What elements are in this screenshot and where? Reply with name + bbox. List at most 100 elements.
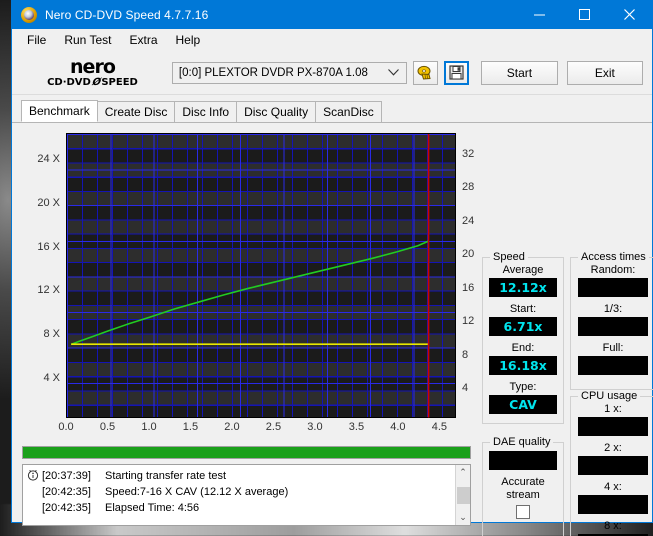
speed-panel-title: Speed: [490, 251, 528, 263]
y-tick-left: 16 X: [22, 241, 66, 253]
log-lines: [20:37:39]Starting transfer rate test[20…: [23, 465, 455, 525]
speed-panel: Speed Average 12.12x Start: 6.71x End: 1…: [482, 257, 564, 424]
x-tick: 4.5: [432, 421, 447, 433]
dae-quality-panel: DAE quality Accurate stream: [482, 442, 564, 536]
tab-disc-quality[interactable]: Disc Quality: [236, 101, 316, 122]
logo-wordmark: nero: [70, 58, 115, 77]
info-icon: [27, 469, 41, 483]
speed-end-label: End:: [483, 342, 563, 355]
y-tick-left: 8 X: [22, 328, 66, 340]
menu-item-run-test[interactable]: Run Test: [55, 31, 120, 49]
tab-create-disc[interactable]: Create Disc: [97, 101, 176, 122]
disc-hand-icon: [417, 65, 434, 81]
close-button[interactable]: [607, 0, 652, 29]
eject-disc-button[interactable]: [413, 61, 438, 85]
logo-subtitle-right: SPEED: [101, 78, 138, 88]
tab-benchmark[interactable]: Benchmark: [21, 100, 98, 122]
log-timestamp: [20:42:35]: [42, 500, 100, 516]
log-box[interactable]: [20:37:39]Starting transfer rate test[20…: [22, 464, 471, 526]
cpu-8x-label: 8 x:: [571, 520, 653, 533]
log-timestamp: [20:42:35]: [42, 484, 100, 500]
app-icon: [21, 7, 37, 23]
toolbar: nero CD·DVD Ø SPEED [0:0] PLEXTOR DVDR P…: [12, 51, 652, 95]
x-tick: 0.0: [58, 421, 73, 433]
cpu-1x-value: [578, 417, 648, 436]
access-times-panel: Access times Random: 1/3: Full:: [570, 257, 653, 390]
x-tick: 2.5: [266, 421, 281, 433]
accurate-stream-checkbox[interactable]: [516, 505, 530, 519]
y-tick-left: 20 X: [22, 197, 66, 209]
y-tick-right: 24: [457, 215, 481, 227]
log-entry: [20:42:35]Speed:7-16 X CAV (12.12 X aver…: [27, 484, 455, 500]
nero-cd-dvd-speed-window: Nero CD-DVD Speed 4.7.7.16 File Run Test…: [11, 0, 653, 523]
benchmark-chart: 4 X8 X12 X16 X20 X24 X 48121620242832 0.…: [21, 129, 473, 444]
title-bar: Nero CD-DVD Speed 4.7.7.16: [12, 0, 652, 29]
access-times-panel-title: Access times: [578, 251, 649, 263]
y-tick-left: 4 X: [22, 372, 66, 384]
x-axis: 0.00.51.01.52.02.53.03.54.04.5: [66, 421, 456, 437]
menu-item-file[interactable]: File: [18, 31, 55, 49]
y-tick-right: 16: [457, 282, 481, 294]
drive-select-value: [0:0] PLEXTOR DVDR PX-870A 1.08: [179, 67, 368, 79]
minimize-button[interactable]: [517, 0, 562, 29]
log-scrollbar[interactable]: ⌃ ⌄: [455, 465, 470, 525]
chart-series-svg: [67, 134, 455, 418]
cpu-4x-label: 4 x:: [571, 481, 653, 494]
y-tick-right: 20: [457, 248, 481, 260]
speed-end-value: 16.18x: [489, 356, 557, 375]
log-message: Elapsed Time: 4:56: [105, 500, 199, 516]
y-tick-left: 24 X: [22, 153, 66, 165]
chart-plot-area: [66, 133, 456, 418]
access-full-label: Full:: [571, 342, 653, 355]
log-indent: [27, 484, 42, 500]
scroll-down-arrow[interactable]: ⌄: [456, 510, 470, 525]
cpu-usage-panel-title: CPU usage: [578, 390, 640, 402]
access-third-value: [578, 317, 648, 336]
speed-type-value: CAV: [489, 395, 557, 414]
window-title: Nero CD-DVD Speed 4.7.7.16: [45, 8, 208, 22]
scroll-up-arrow[interactable]: ⌃: [456, 465, 470, 480]
menu-item-help[interactable]: Help: [167, 31, 210, 49]
accurate-stream-label-line1: Accurate: [483, 476, 563, 489]
logo-subtitle: CD·DVD Ø SPEED: [47, 78, 138, 88]
speed-type-label: Type:: [483, 381, 563, 394]
floppy-save-icon: [449, 65, 464, 80]
menu-bar: File Run Test Extra Help: [12, 29, 652, 51]
save-results-button[interactable]: [444, 61, 469, 85]
access-full-value: [578, 356, 648, 375]
exit-button[interactable]: Exit: [567, 61, 643, 85]
cpu-2x-value: [578, 456, 648, 475]
tab-strip: Benchmark Create Disc Disc Info Disc Qua…: [12, 100, 652, 122]
cpu-2x-label: 2 x:: [571, 442, 653, 455]
y-tick-right: 8: [457, 349, 481, 361]
log-indent: [27, 500, 42, 516]
cpu-1x-label: 1 x:: [571, 403, 653, 416]
cpu-4x-value: [578, 495, 648, 514]
y-tick-right: 4: [457, 382, 481, 394]
access-random-label: Random:: [571, 264, 653, 277]
y-tick-right: 32: [457, 148, 481, 160]
y-tick-left: 12 X: [22, 284, 66, 296]
y-tick-right: 12: [457, 315, 481, 327]
access-third-label: 1/3:: [571, 303, 653, 316]
y-axis-right: 4 8 12 16 20 24 28 32: [457, 133, 483, 418]
progress-bar-fill: [23, 447, 470, 458]
access-random-value: [578, 278, 648, 297]
x-tick: 4.0: [390, 421, 405, 433]
start-button[interactable]: Start: [481, 61, 557, 85]
benchmark-panel: 4 X 8 X 12 X 16 X 20 X 24 X 4 8 12 16 20 24 28 32 0.…: [12, 122, 652, 522]
drive-select[interactable]: [0:0] PLEXTOR DVDR PX-870A 1.08: [172, 62, 407, 84]
logo-slash-icon: Ø: [90, 78, 102, 88]
cpu-usage-panel: CPU usage 1 x: 2 x: 4 x: 8 x:: [570, 396, 653, 536]
tab-scandisc[interactable]: ScanDisc: [315, 101, 382, 122]
maximize-button[interactable]: [562, 0, 607, 29]
menu-item-extra[interactable]: Extra: [120, 31, 166, 49]
x-tick: 0.5: [100, 421, 115, 433]
nero-logo: nero CD·DVD Ø SPEED: [21, 58, 164, 88]
x-tick: 3.0: [307, 421, 322, 433]
logo-subtitle-left: CD·DVD: [47, 78, 91, 88]
speed-start-label: Start:: [483, 303, 563, 316]
y-tick-right: 28: [457, 181, 481, 193]
scroll-thumb[interactable]: [457, 487, 470, 504]
tab-disc-info[interactable]: Disc Info: [174, 101, 237, 122]
